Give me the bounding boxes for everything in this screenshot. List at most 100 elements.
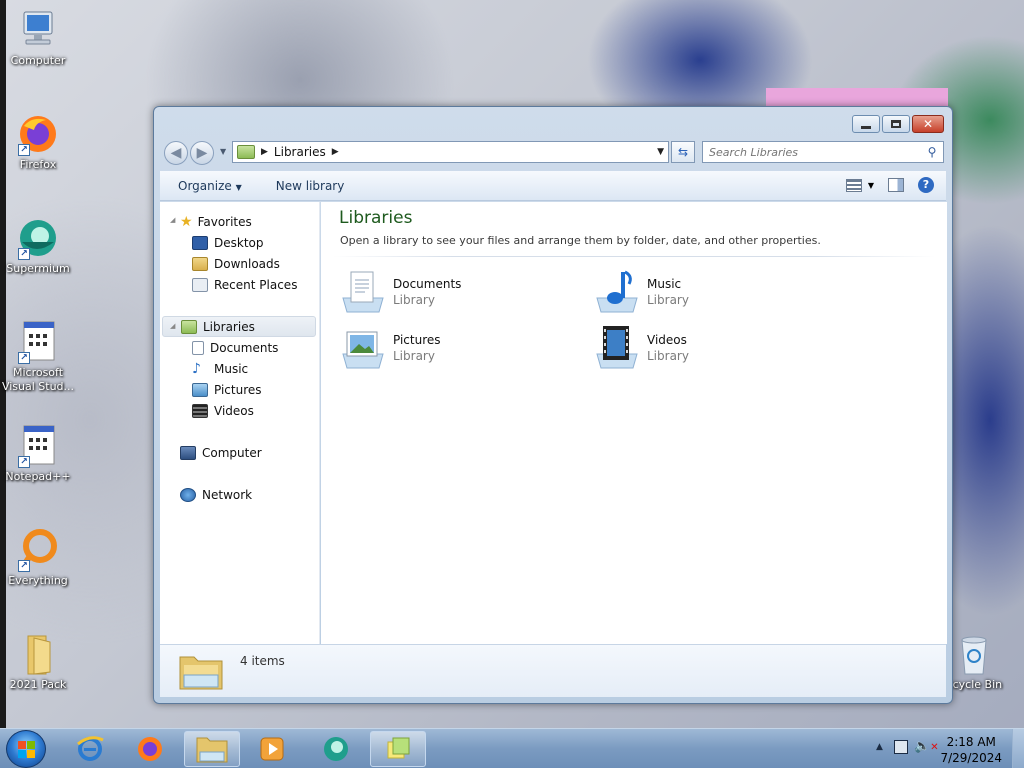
clock[interactable]: 2:18 AM 7/29/2024 (940, 734, 1002, 766)
nav-label: Network (202, 487, 253, 502)
music-note-icon: ♪ (192, 360, 201, 377)
shortcut-arrow-icon: ↗ (18, 352, 30, 364)
nav-label: Music (214, 361, 249, 376)
nav-computer[interactable]: Computer (180, 442, 262, 463)
desktop-icon-everything[interactable]: ↗ Everything (0, 528, 76, 588)
libraries-folder-icon (237, 145, 255, 159)
desktop-icon-label: Computer (10, 54, 66, 67)
network-tray-icon[interactable] (894, 740, 908, 754)
minimize-button[interactable] (852, 115, 880, 133)
new-library-button[interactable]: New library (258, 179, 361, 193)
taskbar-firefox[interactable] (122, 731, 178, 767)
desktop-icon-supermium[interactable]: ↗ Supermium (0, 216, 76, 276)
libraries-icon (181, 319, 197, 334)
show-desktop-button[interactable] (1012, 729, 1024, 768)
organize-menu[interactable]: Organize ▼ (160, 179, 258, 193)
supermium-icon: ↗ (16, 216, 60, 260)
system-tray: ▲ 🔈✕ 2:18 AM 7/29/2024 (864, 729, 1024, 768)
maximize-button[interactable] (882, 115, 910, 133)
nav-recent-places[interactable]: Recent Places (192, 274, 297, 295)
refresh-icon: ⇆ (677, 145, 689, 159)
library-music[interactable]: Music Library (593, 268, 689, 316)
command-bar: Organize ▼ New library ▼ ? (160, 171, 946, 201)
start-button[interactable] (6, 730, 46, 768)
nav-label: Videos (214, 403, 254, 418)
clock-time: 2:18 AM (946, 735, 996, 749)
minimize-icon (861, 125, 871, 129)
breadcrumb-chevron-icon[interactable]: ▶ (261, 147, 268, 157)
nav-videos[interactable]: Videos (192, 400, 254, 421)
desktop-icon-notepadpp[interactable]: ↗ Notepad++ (0, 424, 76, 484)
taskbar-sticky-notes[interactable] (370, 731, 426, 767)
expand-triangle-icon[interactable]: ◢ (170, 216, 175, 224)
shortcut-arrow-icon: ↗ (18, 560, 30, 572)
desktop-icon-2021-pack[interactable]: 2021 Pack (0, 632, 76, 692)
library-documents[interactable]: Documents Library (339, 268, 461, 316)
desktop-icon-visual-studio[interactable]: ↗ Microsoft Visual Stud... (0, 320, 76, 394)
background-window-edge (766, 88, 948, 108)
navigation-pane: ◢ ★ Favorites Desktop Downloads Recent P… (160, 202, 320, 644)
preview-pane-icon[interactable] (888, 178, 904, 192)
library-name: Music (647, 277, 682, 291)
library-pictures[interactable]: Pictures Library (339, 324, 441, 372)
forward-button[interactable]: ▶ (190, 141, 214, 165)
chevron-down-icon: ▼ (235, 182, 242, 192)
taskbar-media-player[interactable] (244, 731, 300, 767)
breadcrumb-chevron-icon[interactable]: ▶ (332, 147, 339, 157)
computer-icon (16, 8, 60, 52)
taskbar-explorer[interactable] (184, 731, 240, 767)
documents-library-icon (339, 268, 387, 316)
visual-studio-icon: ↗ (16, 320, 60, 364)
back-button[interactable]: ◀ (164, 141, 188, 165)
desktop-icon-label: Firefox (19, 158, 57, 171)
nav-desktop[interactable]: Desktop (192, 232, 264, 253)
notepadpp-icon: ↗ (16, 424, 60, 468)
nav-libraries[interactable]: Libraries (162, 316, 316, 337)
refresh-button[interactable]: ⇆ (671, 141, 695, 163)
details-pane: 4 items (160, 644, 946, 697)
desktop-icon-label: 2021 Pack (9, 678, 67, 691)
maximize-icon (891, 120, 901, 128)
videos-icon (192, 403, 208, 418)
nav-music[interactable]: ♪ Music (192, 358, 248, 379)
nav-documents[interactable]: Documents (192, 337, 278, 358)
supermium-icon (324, 737, 348, 761)
nav-label: Libraries (203, 319, 255, 334)
desktop-icon-label: Microsoft Visual Stud... (1, 366, 75, 393)
library-name: Documents (393, 277, 462, 291)
nav-pictures[interactable]: Pictures (192, 379, 262, 400)
close-icon: ✕ (922, 117, 934, 131)
address-dropdown-icon[interactable]: ▼ (657, 147, 664, 157)
expand-triangle-icon[interactable]: ◢ (170, 322, 175, 330)
content-pane: Libraries Open a library to see your fil… (321, 202, 947, 644)
desktop-icon-computer[interactable]: Computer (0, 8, 76, 68)
close-button[interactable]: ✕ (912, 115, 944, 133)
search-input[interactable] (703, 145, 921, 159)
nav-label: Documents (210, 340, 279, 355)
breadcrumb-libraries[interactable]: Libraries (274, 145, 326, 159)
volume-muted-icon[interactable]: 🔈✕ (914, 739, 939, 754)
desktop-icon-label: Supermium (6, 262, 70, 275)
navigation-row: ◀ ▶ ▼ ▶ Libraries ▶ ▼ ⇆ ⚲ (162, 139, 944, 165)
nav-network[interactable]: Network (180, 484, 252, 505)
toolbar-right: ▼ ? (832, 177, 934, 193)
explorer-window[interactable]: ✕ ◀ ▶ ▼ ▶ Libraries ▶ ▼ ⇆ ⚲ Organize ▼ N… (153, 106, 953, 704)
firefox-icon: ↗ (16, 112, 60, 156)
nav-favorites[interactable]: ★ Favorites (180, 211, 252, 232)
search-box[interactable]: ⚲ (702, 141, 944, 163)
downloads-icon (192, 256, 208, 271)
show-hidden-icons-icon[interactable]: ▲ (876, 742, 883, 752)
search-icon[interactable]: ⚲ (921, 145, 943, 159)
change-view-button[interactable]: ▼ (845, 178, 874, 192)
nav-downloads[interactable]: Downloads (192, 253, 280, 274)
recent-pages-dropdown-icon[interactable]: ▼ (220, 147, 226, 156)
views-icon (845, 178, 862, 192)
taskbar-supermium[interactable] (308, 731, 364, 767)
videos-library-icon (593, 324, 641, 372)
taskbar-internet-explorer[interactable] (62, 731, 118, 767)
address-bar[interactable]: ▶ Libraries ▶ ▼ (232, 141, 669, 163)
desktop-icon-firefox[interactable]: ↗ Firefox (0, 112, 76, 172)
library-videos[interactable]: Videos Library (593, 324, 689, 372)
help-icon[interactable]: ? (918, 177, 934, 193)
shortcut-arrow-icon: ↗ (18, 144, 30, 156)
